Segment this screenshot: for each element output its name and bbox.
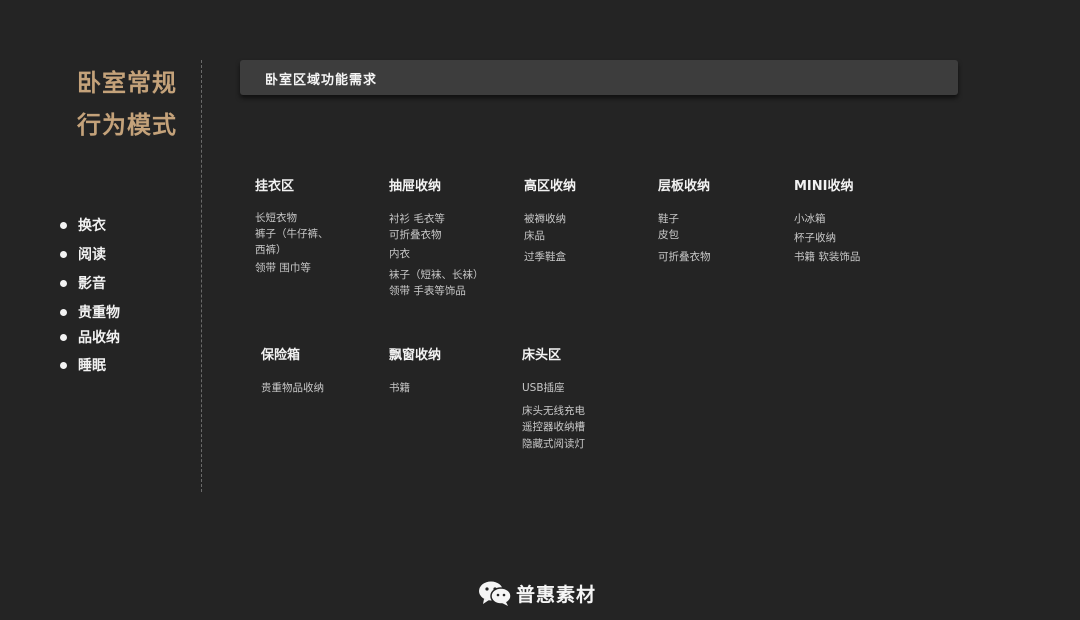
category-item: 西裤） bbox=[255, 244, 287, 256]
category-bedside: 床头区 USB插座 床头无线充电 遥控器收纳槽 隐藏式阅读灯 bbox=[522, 344, 585, 450]
category-item: 遥控器收纳槽 bbox=[522, 421, 585, 433]
category-item: 裤子（牛仔裤、 bbox=[255, 228, 329, 240]
category-safe: 保险箱 贵重物品收纳 bbox=[261, 344, 324, 394]
behavior-item: 睡眠 bbox=[60, 355, 106, 375]
footer-brand: 普惠素材 bbox=[516, 583, 597, 606]
vertical-divider bbox=[201, 60, 202, 492]
behavior-item: 品收纳 bbox=[60, 327, 120, 347]
behavior-item: 换衣 bbox=[60, 215, 106, 235]
category-item: 鞋子 bbox=[658, 213, 679, 225]
category-item: 皮包 bbox=[658, 229, 679, 241]
category-item: 过季鞋盒 bbox=[524, 251, 566, 263]
category-item: 隐藏式阅读灯 bbox=[522, 438, 585, 450]
section-header-label: 卧室区域功能需求 bbox=[265, 73, 378, 88]
category-item: 领带 围巾等 bbox=[255, 262, 311, 274]
category-title: MINI收纳 bbox=[794, 179, 854, 194]
category-shelf: 层板收纳 鞋子 皮包 可折叠衣物 bbox=[658, 175, 711, 263]
behavior-item: 影音 bbox=[60, 273, 106, 293]
category-item: 小冰箱 bbox=[794, 213, 826, 225]
title-line-1: 卧室常规 bbox=[77, 69, 177, 97]
category-title: 层板收纳 bbox=[658, 179, 711, 194]
category-item: 书籍 软装饰品 bbox=[794, 251, 861, 263]
behavior-item: 阅读 bbox=[60, 244, 106, 264]
category-title: 床头区 bbox=[522, 348, 562, 363]
footer-watermark: 普惠素材 bbox=[478, 580, 596, 606]
category-mini: MINI收纳 小冰箱 杯子收纳 书籍 软装饰品 bbox=[794, 175, 860, 263]
behavior-item: 贵重物 bbox=[60, 302, 120, 322]
category-high-storage: 高区收纳 被褥收纳 床品 过季鞋盒 bbox=[524, 175, 577, 263]
category-title: 挂衣区 bbox=[255, 179, 295, 194]
category-title: 高区收纳 bbox=[524, 179, 577, 194]
category-item: 贵重物品收纳 bbox=[261, 382, 324, 394]
category-hanging: 挂衣区 长短衣物 裤子（牛仔裤、 西裤） 领带 围巾等 bbox=[255, 175, 329, 274]
category-item: 被褥收纳 bbox=[524, 213, 566, 225]
category-title: 保险箱 bbox=[261, 348, 301, 363]
category-item: 床头无线充电 bbox=[522, 405, 585, 417]
category-item: 可折叠衣物 bbox=[658, 251, 711, 263]
wechat-icon bbox=[479, 581, 512, 606]
category-item: 床品 bbox=[524, 230, 545, 242]
category-item: 内衣 bbox=[389, 248, 410, 260]
category-item: 领带 手表等饰品 bbox=[389, 285, 466, 297]
bullet-icon bbox=[60, 279, 67, 287]
bullet-icon bbox=[60, 221, 67, 229]
category-bay-window: 飘窗收纳 书籍 bbox=[389, 344, 442, 394]
bullet-icon bbox=[60, 250, 67, 258]
bullet-icon bbox=[60, 308, 67, 316]
section-header-bar: 卧室区域功能需求 bbox=[240, 60, 958, 95]
bullet-icon bbox=[60, 333, 67, 341]
title-line-2: 行为模式 bbox=[77, 111, 177, 139]
category-title: 抽屉收纳 bbox=[389, 179, 442, 194]
category-item: 袜子（短袜、长袜） bbox=[389, 269, 484, 281]
category-item: 书籍 bbox=[389, 382, 410, 394]
category-item: USB插座 bbox=[522, 382, 565, 394]
category-item: 杯子收纳 bbox=[794, 232, 836, 244]
category-item: 可折叠衣物 bbox=[389, 229, 442, 241]
bullet-icon bbox=[60, 361, 67, 369]
category-title: 飘窗收纳 bbox=[389, 348, 442, 363]
category-drawer: 抽屉收纳 衬衫 毛衣等 可折叠衣物 内衣 袜子（短袜、长袜） 领带 手表等饰品 bbox=[389, 175, 484, 297]
category-item: 衬衫 毛衣等 bbox=[389, 213, 445, 225]
page-title: 卧室常规 行为模式 bbox=[62, 62, 192, 146]
category-item: 长短衣物 bbox=[255, 212, 297, 224]
